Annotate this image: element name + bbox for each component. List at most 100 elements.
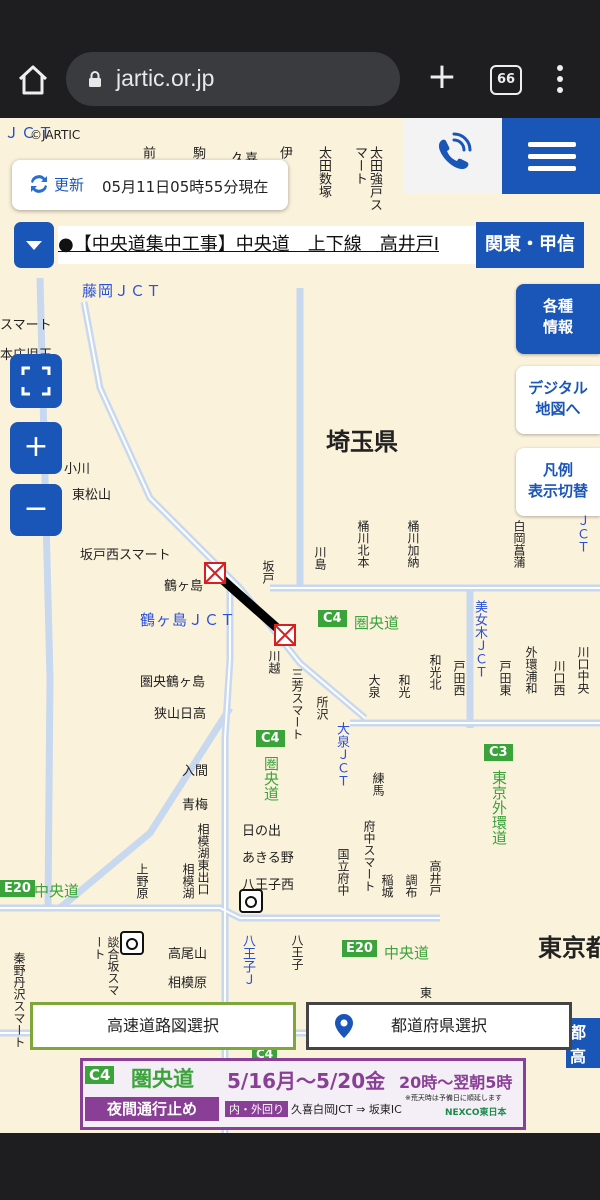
- route-shield: E20: [0, 880, 35, 897]
- ic-label: 八王子西: [242, 878, 295, 893]
- legend-toggle-button[interactable]: 凡例 表示切替: [516, 448, 600, 516]
- status-bar: [0, 0, 600, 40]
- traffic-map[interactable]: ＪＣＴ ©JARTIC 前 駒 久喜 伊 太田数塚 太田強戸スマート 更新 05…: [0, 118, 600, 1133]
- ic-label: 坂戸西スマート: [80, 548, 171, 563]
- ic-label: 和光北: [428, 654, 442, 690]
- ic-label: 日の出: [242, 824, 282, 839]
- address-bar[interactable]: jartic.or.jp: [66, 52, 400, 106]
- route-name: 圏央道: [354, 614, 400, 632]
- ic-label: 川口中央: [576, 646, 590, 694]
- route-name: 中央道: [34, 882, 80, 900]
- ic-label: 川越: [267, 650, 281, 674]
- info-button[interactable]: 各種 情報: [516, 284, 600, 354]
- ic-label: 桶川加納: [406, 520, 420, 568]
- ic-label: 上野原: [135, 863, 149, 899]
- ic-label: 駒: [190, 146, 205, 159]
- prefecture-label: 埼玉県: [326, 428, 398, 456]
- ic-label: 高井戸: [428, 860, 442, 896]
- ic-label: 練馬: [371, 772, 385, 796]
- ic-label: 高尾山: [168, 947, 208, 962]
- ic-label: 府中スマート: [362, 820, 376, 892]
- phone-button[interactable]: [404, 118, 502, 194]
- ic-label: 国立府中: [336, 848, 350, 896]
- news-ticker-text[interactable]: ●【中央道集中工事】中央道 上下線 高井戸I: [58, 226, 486, 264]
- ic-label: 調布: [404, 874, 418, 898]
- banner-direction: 内・外回り: [225, 1101, 288, 1117]
- zoom-out-button[interactable]: −: [10, 484, 62, 536]
- ic-label: 東松山: [72, 488, 112, 503]
- copyright-text: ©JARTIC: [30, 128, 81, 142]
- banner-dates: 5/16月～5/20金: [227, 1069, 386, 1093]
- prefecture-select-button[interactable]: 都道府県選択: [306, 1002, 572, 1050]
- route-shield: E20: [342, 940, 377, 957]
- banner-times: 20時～翌朝5時: [399, 1073, 513, 1092]
- route-shield: C4: [318, 610, 347, 627]
- route-name: 中央道: [384, 944, 430, 962]
- ic-label: スマート: [0, 318, 52, 333]
- banner-route-code: C4: [85, 1066, 115, 1084]
- route-shield: C3: [484, 744, 513, 761]
- tab-switcher-button[interactable]: 66: [490, 65, 522, 95]
- ic-label: 大泉: [367, 674, 381, 698]
- browser-toolbar: jartic.or.jp + 66: [0, 40, 600, 118]
- ic-label: 伊: [277, 146, 292, 159]
- update-timestamp: 05月11日05時55分現在: [102, 178, 269, 196]
- update-panel: 更新 05月11日05時55分現在: [12, 160, 288, 210]
- jct-label: ＪＣＴ: [574, 514, 589, 553]
- ic-label: 戸田東: [498, 660, 512, 696]
- closure-banner[interactable]: C4 圏央道 夜間通行止め 5/16月～5/20金 20時～翌朝5時 内・外回り…: [80, 1058, 526, 1130]
- ic-label: 前: [140, 146, 155, 159]
- jct-label: 大泉ＪＣＴ: [334, 722, 349, 787]
- chevron-down-icon[interactable]: [14, 222, 54, 268]
- ic-label: あきる野: [242, 851, 294, 866]
- banner-section: 久喜白岡JCT ⇒ 坂東IC: [291, 1103, 402, 1116]
- map-pin-icon: [335, 1014, 353, 1038]
- route-name: 圏央道: [262, 756, 280, 801]
- ic-label: 太田数塚: [316, 146, 331, 198]
- ic-label: 八王子: [290, 934, 304, 970]
- ic-label: 所沢: [315, 696, 329, 720]
- road-network: [0, 277, 600, 1133]
- route-name: 東京外環道: [490, 770, 508, 845]
- news-bar: ●【中央道集中工事】中央道 上下線 高井戸I 関東・甲信: [14, 222, 584, 268]
- ic-label: 白岡菖蒲: [512, 520, 526, 568]
- digital-map-button[interactable]: デジタル 地図へ: [516, 366, 600, 434]
- fullscreen-icon[interactable]: [10, 354, 62, 408]
- ic-label: 和光: [397, 674, 411, 698]
- ic-label: 外環浦和: [524, 646, 538, 694]
- navigation-bar: [0, 1133, 600, 1200]
- route-shield: C4: [256, 730, 285, 747]
- banner-note: ※荒天時は予備日に順延します: [405, 1094, 502, 1102]
- lock-icon: [86, 70, 104, 88]
- jct-label: 鶴ヶ島ＪＣＴ: [140, 611, 237, 629]
- highway-map-select-button[interactable]: 高速道路図選択: [30, 1002, 296, 1050]
- nexco-logo: NEXCO東日本: [445, 1108, 507, 1118]
- new-tab-icon[interactable]: +: [426, 59, 458, 96]
- ic-label: 川口西: [552, 660, 566, 696]
- ic-label: 入間: [182, 764, 209, 779]
- ic-label: 相模原: [168, 976, 208, 991]
- ic-label: 小川: [64, 462, 91, 477]
- more-menu-icon[interactable]: [552, 62, 568, 96]
- ic-label: 東: [420, 986, 433, 1000]
- ic-label: 太田強戸スマート: [352, 146, 382, 211]
- refresh-icon[interactable]: [26, 171, 52, 197]
- ic-label: 戸田西: [452, 660, 466, 696]
- url-text: jartic.or.jp: [116, 65, 215, 91]
- hamburger-menu-icon[interactable]: [502, 118, 600, 194]
- jct-label: 美女木ＪＣＴ: [472, 600, 487, 678]
- ic-label: 青梅: [182, 798, 209, 813]
- home-icon[interactable]: [14, 62, 52, 98]
- ic-label: 川島: [313, 546, 327, 570]
- jct-label: 八王子Ｊ: [240, 934, 255, 986]
- region-select-button[interactable]: 関東・甲信: [476, 222, 584, 268]
- banner-subtitle: 夜間通行止め: [85, 1097, 219, 1121]
- update-button[interactable]: 更新: [54, 174, 84, 195]
- prefecture-select-label: 都道府県選択: [390, 1016, 487, 1035]
- ic-label: 三芳スマート: [290, 668, 304, 740]
- ic-label: 相模湖: [181, 863, 195, 899]
- zoom-in-button[interactable]: +: [10, 422, 62, 474]
- ic-label: 桶川北本: [356, 520, 370, 568]
- ic-label: 相模湖東出口: [196, 823, 210, 895]
- jct-label: 藤岡ＪＣＴ: [82, 282, 163, 300]
